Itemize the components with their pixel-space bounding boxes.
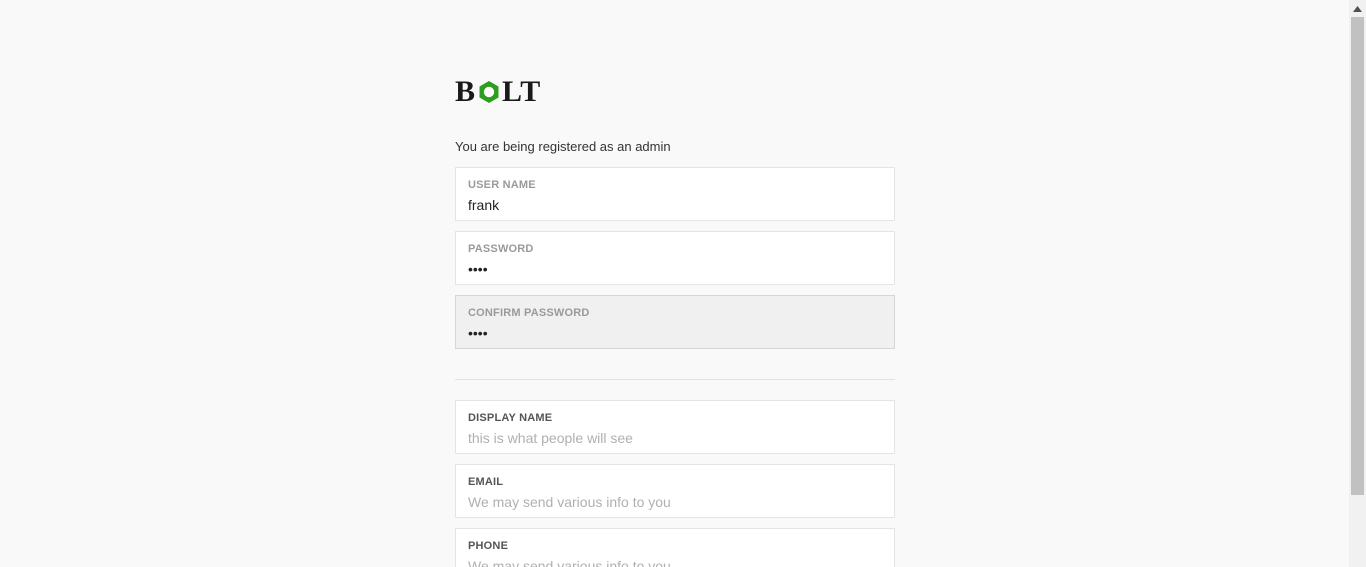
scroll-up-arrow-icon[interactable] — [1349, 0, 1366, 17]
phone-label: PHONE — [468, 540, 509, 552]
display-name-field: DISPLAY NAME — [455, 400, 895, 454]
password-field: PASSWORD — [455, 231, 895, 285]
password-label: PASSWORD — [468, 243, 534, 255]
logo-text-lt: LT — [502, 75, 542, 108]
bolt-logo: B LT — [455, 75, 542, 108]
phone-field: PHONE — [455, 528, 895, 567]
nut-icon — [479, 81, 499, 103]
registration-page: B LT You are being registered as an admi… — [0, 0, 1366, 567]
email-input[interactable] — [468, 493, 878, 511]
confirm-password-input[interactable] — [468, 324, 878, 342]
vertical-scrollbar[interactable] — [1349, 0, 1366, 567]
confirm-password-label: CONFIRM PASSWORD — [468, 307, 590, 319]
scrollbar-thumb[interactable] — [1351, 17, 1364, 495]
logo-text-b: B — [455, 75, 477, 108]
intro-text: You are being registered as an admin — [455, 139, 671, 154]
email-field: EMAIL — [455, 464, 895, 518]
username-label: USER NAME — [468, 179, 536, 191]
username-field: USER NAME — [455, 167, 895, 221]
email-label: EMAIL — [468, 476, 504, 488]
display-name-label: DISPLAY NAME — [468, 412, 553, 424]
section-divider — [455, 379, 895, 380]
username-input[interactable] — [468, 196, 878, 214]
confirm-password-field: CONFIRM PASSWORD — [455, 295, 895, 349]
password-input[interactable] — [468, 260, 878, 278]
phone-input[interactable] — [468, 557, 878, 567]
display-name-input[interactable] — [468, 429, 878, 447]
